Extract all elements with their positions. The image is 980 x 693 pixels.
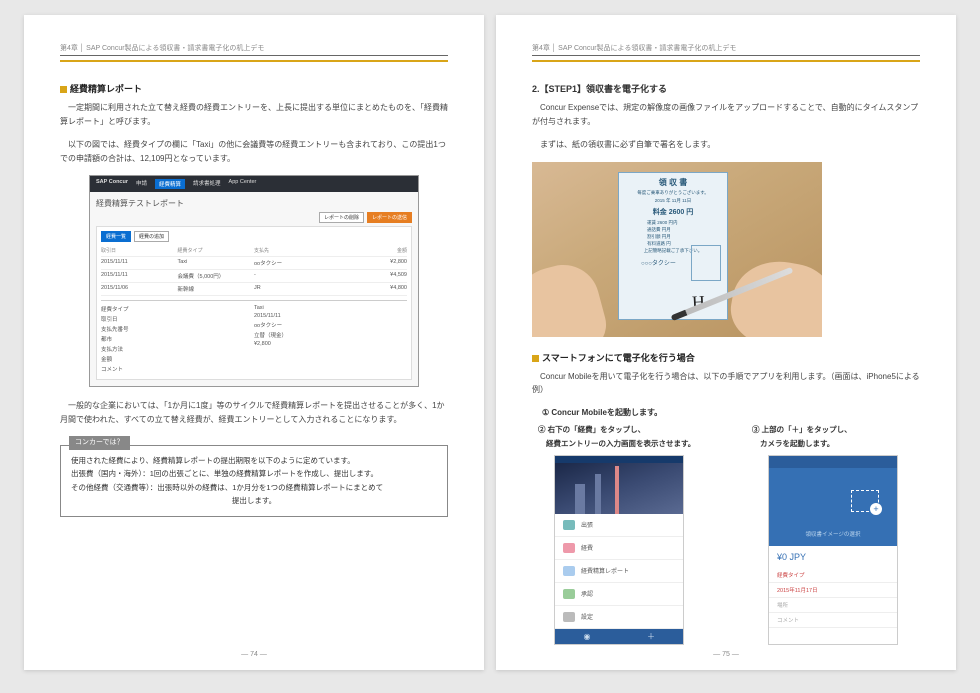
section-title-text: 経費精算レポート <box>70 84 142 94</box>
bullet-square-icon <box>532 355 539 362</box>
info-line: 出張費（国内・海外）：1回の出張ごとに、単独の経費精算レポートを作成し、提出しま… <box>71 467 437 481</box>
camera-icon: ◉ <box>555 629 619 644</box>
step-title: 2.【STEP1】領収書を電子化する <box>532 82 920 95</box>
screenshot-concur-web: SAP Concur 申請 経費精算 請求書処理 App Center 経費精算… <box>89 175 419 387</box>
info-line: 提出します。 <box>71 494 437 508</box>
table-row: 2015/11/06新幹線JR¥4,800 <box>101 283 407 296</box>
table-row: 2015/11/11会議費（5,000円）-¥4,509 <box>101 270 407 283</box>
list-item: 出張 <box>555 514 683 537</box>
paragraph: 以下の図では、経費タイプの欄に「Taxi」の他に会議費等の経費エントリーも含まれ… <box>60 138 448 165</box>
ss-nav-item: App Center <box>229 179 257 189</box>
list-item: 設定 <box>555 606 683 629</box>
phone-mock-entry: 領収書イメージの選択 ¥0 JPY 経費タイプ 2015年11月17日 場所 コ… <box>768 455 898 645</box>
step-1: ① Concur Mobileを起動します。 <box>542 407 920 418</box>
phone-row: ② 右下の「経費」をタップし、 経費エントリーの入力画面を表示させます。 出張 … <box>532 424 920 645</box>
car-icon <box>563 543 575 553</box>
paragraph: 一般的な企業においては、「1か月に1度」等のサイクルで経費精算レポートを提出させ… <box>60 399 448 426</box>
info-box: コンカーでは？ 使用された経費により、経費精算レポートの提出期限を以下のように定… <box>60 445 448 517</box>
ss-table: 経費一覧 経費の追加 取引日経費タイプ支払先金額 2015/11/11Taxio… <box>96 226 412 380</box>
receipt-paper: 領 収 書 毎度ご乗車ありがとうございます。 2015 年 11月 11日 料金… <box>618 172 728 320</box>
form-field: コメント <box>769 613 897 628</box>
receipt-title: 領 収 書 <box>623 177 723 188</box>
header-rule <box>60 60 448 62</box>
paragraph: Concur Mobileを用いて電子化を行う場合は、以下の手順でアプリを利用し… <box>532 370 920 397</box>
list-item: 経費 <box>555 537 683 560</box>
amount-field: ¥0 JPY <box>769 546 897 568</box>
form-field: 経費タイプ <box>769 568 897 583</box>
paragraph: まずは、紙の領収書に必ず自筆で署名をします。 <box>532 138 920 152</box>
check-icon <box>563 589 575 599</box>
page-header: 第4章 │ SAP Concur製品による領収書・請求書電子化の机上デモ <box>532 43 920 56</box>
paragraph: 一定期間に利用された立て替え経費の経費エントリーを、上長に提出する単位にまとめた… <box>60 101 448 128</box>
upload-label: 領収書イメージの選択 <box>769 530 897 538</box>
phone-col-left: ② 右下の「経費」をタップし、 経費エントリーの入力画面を表示させます。 出張 … <box>532 424 706 645</box>
ss-tab: 経費一覧 <box>101 231 131 242</box>
page-left: 第4章 │ SAP Concur製品による領収書・請求書電子化の机上デモ 経費精… <box>24 15 484 670</box>
add-photo-icon <box>851 490 879 512</box>
paragraph: Concur Expenseでは、規定の解像度の画像ファイルをアップロードするこ… <box>532 101 920 128</box>
ss-nav-item: 請求書処理 <box>193 179 221 189</box>
form-field: 場所 <box>769 598 897 613</box>
phone-upload-area: 領収書イメージの選択 <box>769 468 897 546</box>
plus-icon: ＋ <box>619 629 683 644</box>
info-line: その他経費（交通費等）：出張時以外の経費は、1か月分を1つの経費精算レポートにま… <box>71 481 437 495</box>
header-rule <box>532 60 920 62</box>
page-right: 第4章 │ SAP Concur製品による領収書・請求書電子化の机上デモ 2.【… <box>496 15 956 670</box>
page-number: 75 <box>496 651 956 658</box>
plane-icon <box>563 520 575 530</box>
step-3-label: ③ 上部の「＋」をタップし、 <box>752 424 920 435</box>
bullet-square-icon <box>60 86 67 93</box>
receipt-sub: 毎度ご乗車ありがとうございます。 <box>623 190 723 196</box>
hand-left <box>532 257 612 337</box>
page-header: 第4章 │ SAP Concur製品による領収書・請求書電子化の机上デモ <box>60 43 448 56</box>
phone-hero-image <box>555 463 683 514</box>
ss-navbar: SAP Concur 申請 経費精算 請求書処理 App Center <box>90 176 418 192</box>
ss-detail-pane: 経費タイプ 取引日 支払先番号 都市 支払方法 金額 コメント Taxi 201… <box>101 300 407 375</box>
ss-submit-button: レポートの送信 <box>367 212 412 223</box>
ss-delete-button: レポートの削除 <box>319 212 364 223</box>
ss-button-row: レポートの削除 レポートの送信 <box>96 212 412 223</box>
list-item: 経費精算レポート <box>555 560 683 583</box>
section-title-text: スマートフォンにて電子化を行う場合 <box>542 353 695 363</box>
receipt-stamp-box <box>691 245 721 281</box>
phone-mock-home: 出張 経費 経費精算レポート 承認 設定 ◉ ＋ <box>554 455 684 645</box>
step-2-sublabel: 経費エントリーの入力画面を表示させます。 <box>546 438 706 449</box>
form-field: 2015年11月17日 <box>769 583 897 598</box>
info-box-tag: コンカーでは？ <box>69 436 130 451</box>
receipt-date: 2015 年 11月 11日 <box>623 198 723 204</box>
info-line: 使用された経費により、経費精算レポートの提出期限を以下のように定めています。 <box>71 454 437 468</box>
hand-right <box>725 254 822 337</box>
ss-logo: SAP Concur <box>96 179 128 189</box>
list-item: 承認 <box>555 583 683 606</box>
page-number: 74 <box>24 651 484 658</box>
receipt-price: 料金 2600 円 <box>623 207 723 217</box>
section-title: 経費精算レポート <box>60 82 448 95</box>
phone-col-right: ③ 上部の「＋」をタップし、 カメラを起動します。 領収書イメージの選択 ¥0 … <box>746 424 920 645</box>
ss-add-button: 経費の追加 <box>134 231 169 242</box>
report-icon <box>563 566 575 576</box>
gear-icon <box>563 612 575 622</box>
ss-nav-item-active: 経費精算 <box>155 179 185 189</box>
step-3-sublabel: カメラを起動します。 <box>760 438 920 449</box>
step-2-label: ② 右下の「経費」をタップし、 <box>538 424 706 435</box>
phone-status-bar <box>769 456 897 468</box>
ss-table-head: 取引日経費タイプ支払先金額 <box>101 245 407 257</box>
table-row: 2015/11/11Taxiooタクシー¥2,800 <box>101 257 407 270</box>
phone-status-bar <box>555 456 683 463</box>
phone-tab-bar: ◉ ＋ <box>555 629 683 644</box>
ss-body: 経費精算テストレポート レポートの削除 レポートの送信 経費一覧 経費の追加 取… <box>90 192 418 386</box>
photo-receipt-signing: 領 収 書 毎度ご乗車ありがとうございます。 2015 年 11月 11日 料金… <box>532 162 822 337</box>
ss-report-title: 経費精算テストレポート <box>96 198 412 209</box>
section-title: スマートフォンにて電子化を行う場合 <box>532 351 920 364</box>
ss-nav-item: 申請 <box>136 179 147 189</box>
